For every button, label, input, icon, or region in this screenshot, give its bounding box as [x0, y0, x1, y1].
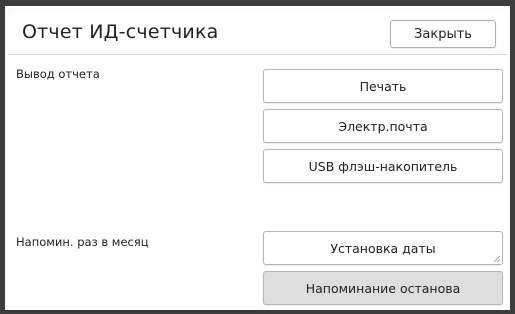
- title-bar: Отчет ИД-счетчика Закрыть: [8, 12, 507, 55]
- print-button[interactable]: Печать: [263, 69, 503, 103]
- bezel: [510, 0, 515, 314]
- page-title: Отчет ИД-счетчика: [22, 21, 219, 43]
- monthly-reminder-label: Напомин. раз в месяц: [16, 235, 149, 249]
- report-output-label: Вывод отчета: [16, 67, 100, 81]
- corner-grip-icon: [494, 256, 500, 262]
- usb-flash-button[interactable]: USB флэш-накопитель: [263, 149, 503, 183]
- device-frame: Отчет ИД-счетчика Закрыть Вывод отчета П…: [0, 0, 515, 314]
- close-button[interactable]: Закрыть: [390, 20, 496, 48]
- bezel: [0, 0, 5, 314]
- bezel: [0, 0, 515, 6]
- email-button[interactable]: Электр.почта: [263, 109, 503, 143]
- bezel: [0, 310, 515, 314]
- set-date-button-label: Установка даты: [330, 240, 436, 256]
- set-date-button[interactable]: Установка даты: [263, 231, 503, 265]
- dialog-screen: Отчет ИД-счетчика Закрыть Вывод отчета П…: [8, 12, 507, 310]
- stop-reminder-button[interactable]: Напоминание останова: [263, 271, 503, 305]
